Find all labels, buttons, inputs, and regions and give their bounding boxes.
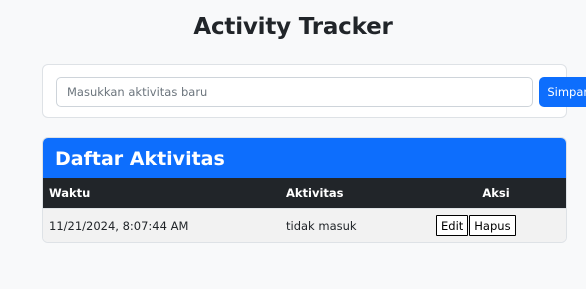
save-button[interactable]: Simpan [539, 77, 586, 107]
activity-table: Waktu Aktivitas Aksi 11/21/2024, 8:07:44… [43, 178, 566, 242]
cell-activity: tidak masuk [286, 218, 357, 233]
edit-button[interactable]: Edit [436, 215, 469, 237]
column-header-activity: Aktivitas [286, 185, 344, 200]
list-heading: Daftar Aktivitas [43, 138, 566, 178]
delete-button[interactable]: Hapus [469, 215, 516, 237]
page-title: Activity Tracker [193, 14, 393, 40]
activity-list-card: Daftar Aktivitas Waktu Aktivitas Aksi 11… [42, 137, 567, 243]
column-header-time: Waktu [49, 185, 91, 200]
table-header-row: Waktu Aktivitas Aksi [43, 178, 566, 208]
activity-input[interactable] [56, 77, 533, 107]
table-row: 11/21/2024, 8:07:44 AM tidak masuk Edit H… [43, 208, 566, 242]
cell-time: 11/21/2024, 8:07:44 AM [49, 218, 189, 233]
column-header-actions: Aksi [482, 185, 510, 200]
cell-actions: Edit Hapus [426, 208, 566, 242]
add-activity-card: Simpan [42, 64, 586, 118]
